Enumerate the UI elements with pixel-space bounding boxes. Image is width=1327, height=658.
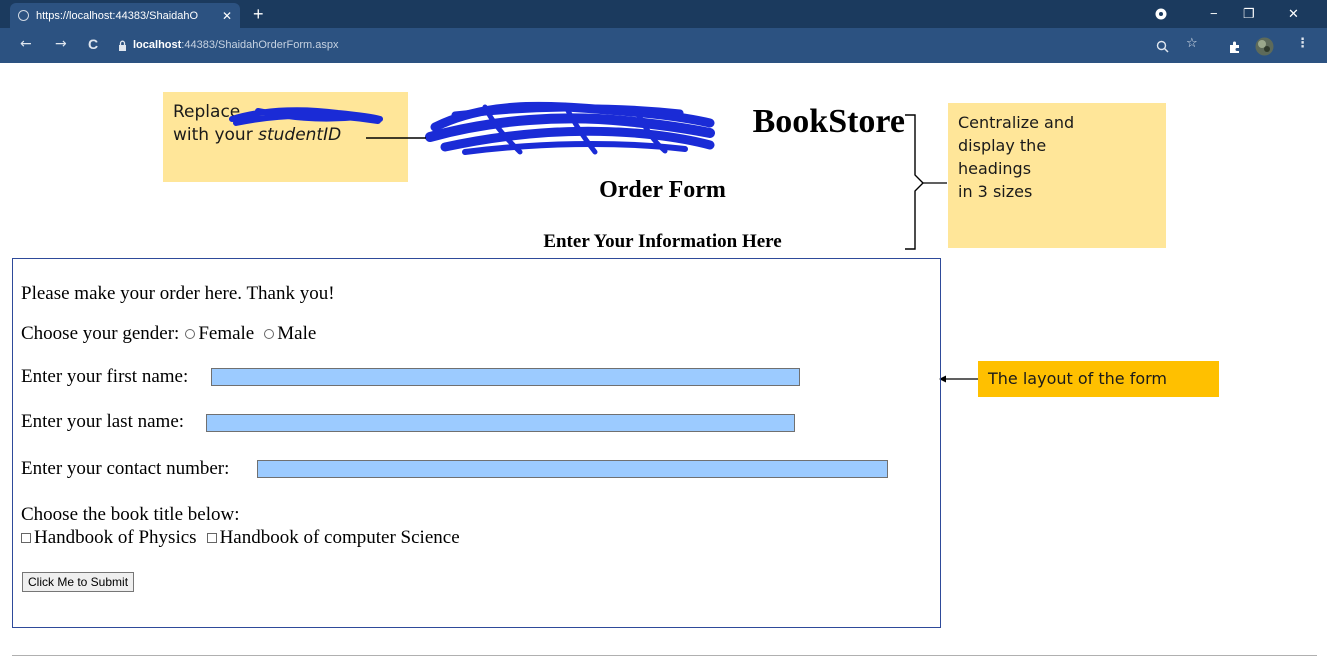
note-centralize-headings: Centralize and display the headings in 3… — [948, 103, 1166, 248]
profile-avatar-icon[interactable] — [1255, 37, 1274, 56]
redaction-scribble — [425, 101, 715, 155]
last-name-input[interactable] — [206, 414, 795, 432]
extensions-icon[interactable] — [1228, 40, 1241, 53]
book-title-label: Choose the book title below: — [21, 504, 240, 525]
forward-button[interactable]: → — [55, 36, 67, 52]
last-name-label: Enter your last name: — [21, 411, 185, 432]
gender-male-radio[interactable] — [264, 329, 275, 339]
book-physics-label[interactable]: Handbook of Physics — [34, 527, 197, 549]
arrow-to-heading — [366, 137, 426, 139]
book-cs-label[interactable]: Handbook of computer Science — [220, 527, 460, 549]
note-right-line-3: headings — [958, 159, 1032, 178]
book-physics-checkbox[interactable] — [21, 533, 31, 543]
page-heading-info: Enter Your Information Here — [543, 231, 782, 252]
chrome-menu-icon[interactable]: ⋮ — [1296, 36, 1309, 51]
window-close-button[interactable]: ✕ — [1288, 6, 1299, 22]
submit-button[interactable]: Click Me to Submit — [22, 572, 135, 592]
address-bar[interactable]: localhost:44383/ShaidahOrderForm.aspx — [118, 33, 1118, 57]
contact-number-input[interactable] — [257, 460, 888, 478]
url-host: localhost — [133, 39, 182, 51]
zoom-icon[interactable] — [1156, 40, 1169, 53]
page-bottom-divider — [12, 655, 1317, 656]
note-scribble — [229, 107, 383, 126]
first-name-label: Enter your first name: — [21, 366, 189, 387]
back-button[interactable]: ← — [20, 36, 32, 52]
arrow-to-form — [939, 375, 979, 383]
minimize-button[interactable]: − — [1210, 6, 1218, 21]
reload-button[interactable]: C — [88, 36, 98, 52]
page-heading-order-form: Order Form — [599, 177, 726, 203]
order-form: Please make your order here. Thank you! … — [12, 258, 941, 628]
note-right-line-2: display the — [958, 136, 1047, 155]
maximize-button[interactable]: ❐ — [1243, 6, 1255, 22]
form-intro: Please make your order here. Thank you! — [21, 283, 335, 304]
heading-brace — [905, 114, 947, 250]
tab-title: https://localhost:44383/ShaidahO — [36, 9, 199, 22]
gender-label: Choose your gender: — [21, 323, 180, 344]
book-cs-checkbox[interactable] — [206, 533, 217, 543]
gender-male-label[interactable]: Male — [277, 323, 316, 345]
note-form-layout: The layout of the form — [978, 361, 1219, 397]
first-name-input[interactable] — [211, 368, 800, 386]
bookmark-star-icon[interactable]: ☆ — [1186, 36, 1198, 51]
profile-record-icon[interactable] — [1155, 8, 1167, 20]
browser-tab[interactable]: https://localhost:44383/ShaidahO ✕ — [10, 3, 240, 28]
url-path: :44383/ShaidahOrderForm.aspx — [181, 39, 339, 51]
gender-female-label[interactable]: Female — [198, 323, 254, 345]
note-right-line-4: in 3 sizes — [958, 182, 1033, 201]
new-tab-button[interactable]: + — [253, 4, 264, 24]
gender-female-radio[interactable] — [185, 329, 196, 339]
lock-icon — [119, 40, 126, 51]
note-right-line-1: Centralize and — [958, 113, 1075, 132]
tab-close-icon[interactable]: ✕ — [222, 9, 232, 23]
book-options-row: Handbook of Physics Handbook of computer… — [15, 527, 460, 549]
contact-label: Enter your contact number: — [21, 458, 230, 479]
page-favicon-icon — [18, 10, 29, 21]
gender-row: Choose your gender: Female Male — [21, 323, 316, 345]
